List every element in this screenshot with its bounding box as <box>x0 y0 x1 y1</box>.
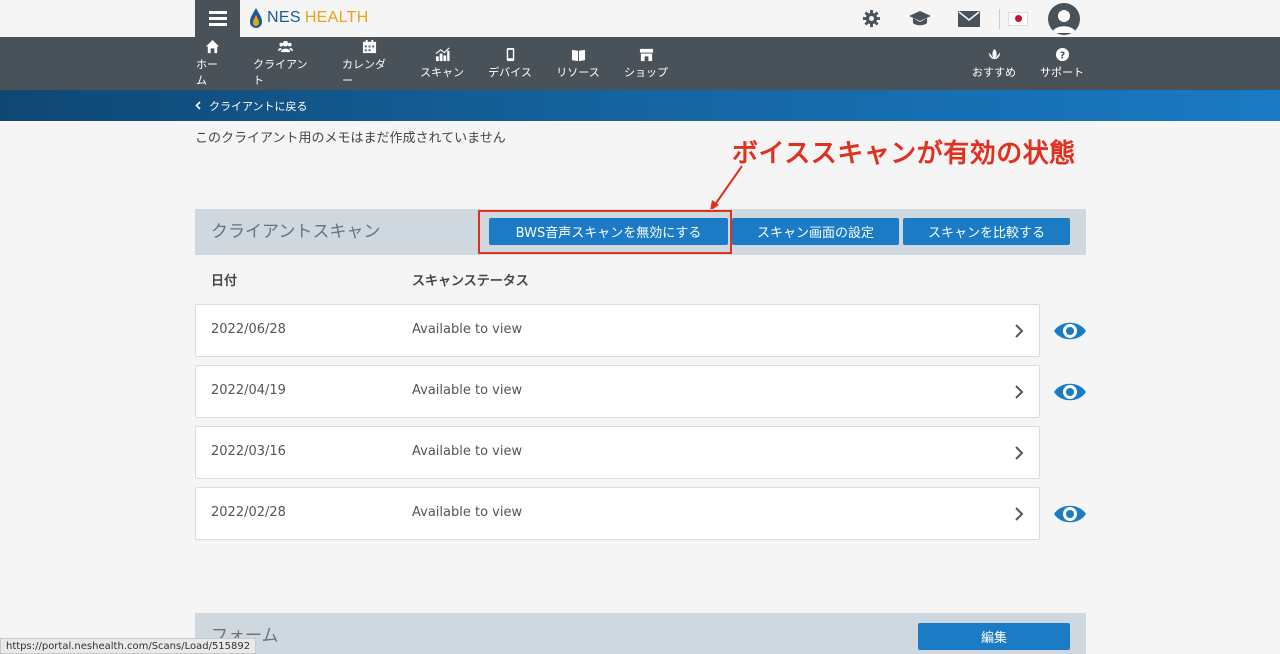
svg-text:?: ? <box>1059 50 1064 61</box>
nav-calendar-label: カレンダー <box>342 58 386 87</box>
nav-calendar[interactable]: カレンダー <box>342 37 396 90</box>
notes-empty-text: このクライアント用のメモはまだ作成されていません <box>195 131 506 146</box>
calendar-icon <box>362 39 376 54</box>
edit-forms-button[interactable]: 編集 <box>918 623 1070 650</box>
book-icon <box>571 49 585 62</box>
scan-status: Available to view <box>412 322 523 337</box>
nav-support[interactable]: ? サポート <box>1040 37 1084 90</box>
eye-icon[interactable] <box>1053 380 1087 404</box>
nav-device[interactable]: デバイス <box>488 37 532 90</box>
chevron-right-icon <box>1015 507 1024 521</box>
logo-text-nes: NES <box>267 9 301 26</box>
nav-home-label: ホーム <box>196 58 218 87</box>
nav-device-label: デバイス <box>488 66 532 79</box>
user-avatar-icon[interactable] <box>1048 2 1080 35</box>
scan-status: Available to view <box>412 505 523 520</box>
logo-text-health: HEALTH <box>304 9 369 26</box>
nav-resources-label: リソース <box>556 66 600 79</box>
nav-shop-label: ショップ <box>624 66 668 79</box>
scan-date: 2022/04/19 <box>211 383 286 398</box>
scan-row[interactable]: 2022/03/16 Available to view <box>195 426 1040 479</box>
lotus-icon <box>988 48 1000 60</box>
nav-clients[interactable]: クライアント <box>253 37 317 90</box>
scan-status: Available to view <box>412 444 523 459</box>
annotation-text: ボイススキャンが有効の状態 <box>732 139 1076 169</box>
column-header-status: スキャンステータス <box>412 274 529 289</box>
chevron-left-icon <box>195 101 201 110</box>
scan-status: Available to view <box>412 383 523 398</box>
nav-home[interactable]: ホーム <box>196 37 228 90</box>
graduation-cap-icon[interactable] <box>902 0 938 37</box>
nav-recommended-label: おすすめ <box>972 66 1016 79</box>
scan-row[interactable]: 2022/04/19 Available to view <box>195 365 1040 418</box>
hamburger-menu-button[interactable] <box>195 0 240 37</box>
home-icon <box>205 39 219 54</box>
breadcrumb-bar: クライアントに戻る <box>0 90 1280 121</box>
browser-status-url: https://portal.neshealth.com/Scans/Load/… <box>0 638 257 654</box>
annotation-arrow <box>710 165 743 211</box>
scan-date: 2022/03/16 <box>211 444 286 459</box>
chart-icon <box>435 47 450 62</box>
japan-flag-icon[interactable] <box>1008 11 1028 26</box>
back-to-clients-link[interactable]: クライアントに戻る <box>195 90 308 121</box>
help-icon: ? <box>1055 47 1069 61</box>
header-divider <box>999 8 1000 29</box>
chevron-right-icon <box>1015 324 1024 338</box>
eye-icon[interactable] <box>1053 502 1087 526</box>
water-drop-icon <box>250 8 262 28</box>
nav-clients-label: クライアント <box>253 58 308 87</box>
nav-shop[interactable]: ショップ <box>624 37 668 90</box>
scan-date: 2022/02/28 <box>211 505 286 520</box>
nav-scan[interactable]: スキャン <box>420 37 464 90</box>
device-icon <box>506 47 514 62</box>
scan-screen-settings-button[interactable]: スキャン画面の設定 <box>732 218 899 245</box>
nes-health-logo[interactable]: NES HEALTH <box>249 6 369 30</box>
nav-recommended[interactable]: おすすめ <box>972 37 1016 90</box>
nav-support-label: サポート <box>1040 66 1084 79</box>
nav-scan-label: スキャン <box>420 66 464 79</box>
menu-icon <box>208 17 227 20</box>
users-icon <box>277 40 293 53</box>
compare-scans-button[interactable]: スキャンを比較する <box>903 218 1070 245</box>
column-header-date: 日付 <box>211 274 238 289</box>
nav-resources[interactable]: リソース <box>556 37 600 90</box>
back-to-clients-label: クライアントに戻る <box>209 99 308 113</box>
scan-row[interactable]: 2022/02/28 Available to view <box>195 487 1040 540</box>
gear-icon[interactable] <box>853 0 889 37</box>
scan-date: 2022/06/28 <box>211 322 286 337</box>
mail-icon[interactable] <box>951 0 987 37</box>
eye-icon[interactable] <box>1053 319 1087 343</box>
main-navbar: ホーム クライアント カレンダー スキャン デバイス リソース ショップ おすす… <box>0 37 1280 90</box>
scan-row[interactable]: 2022/06/28 Available to view <box>195 304 1040 357</box>
top-header: NES HEALTH <box>0 0 1280 37</box>
chevron-right-icon <box>1015 446 1024 460</box>
annotation-highlight-box <box>478 210 732 254</box>
client-scans-title: クライアントスキャン <box>211 222 381 242</box>
shop-icon <box>639 48 653 62</box>
chevron-right-icon <box>1015 385 1024 399</box>
